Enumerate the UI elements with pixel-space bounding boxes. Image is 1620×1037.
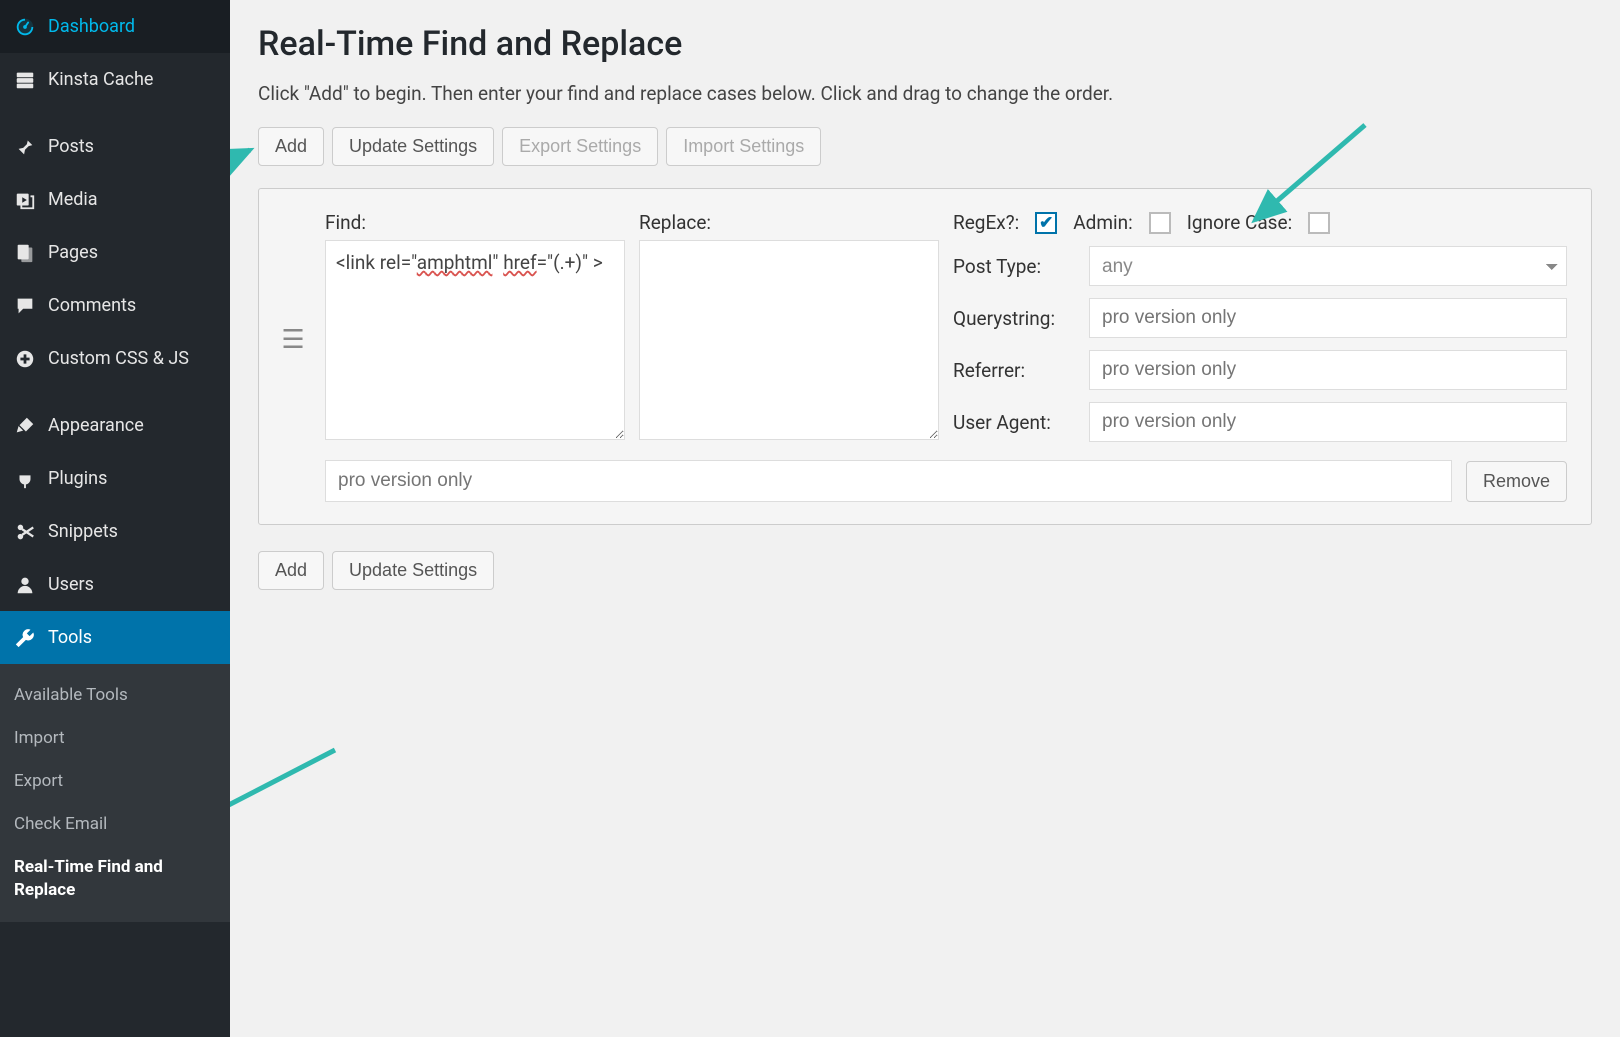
- referrer-label: Referrer:: [953, 359, 1083, 382]
- sidebar-item-posts[interactable]: Posts: [0, 120, 230, 173]
- import-settings-button[interactable]: Import Settings: [666, 127, 821, 166]
- sidebar-item-label: Appearance: [48, 415, 144, 436]
- remove-button[interactable]: Remove: [1466, 461, 1567, 502]
- sidebar-item-label: Snippets: [48, 521, 118, 542]
- sidebar-subitem-rtfr[interactable]: Real-Time Find and Replace: [0, 846, 230, 912]
- sidebar-item-appearance[interactable]: Appearance: [0, 399, 230, 452]
- sidebar-item-label: Posts: [48, 136, 94, 157]
- sidebar-main-menu: Dashboard Kinsta Cache Posts Media Pages Comm…: [0, 0, 230, 664]
- sidebar-submenu: Available ToolsImportExportCheck EmailRe…: [0, 664, 230, 922]
- options-column: RegEx?: ✔ Admin: ✔ Ignore Case: ✔ Post T…: [953, 211, 1567, 442]
- ignorecase-checkbox[interactable]: ✔: [1308, 212, 1330, 234]
- annotation-arrow-icon: [230, 740, 355, 840]
- sidebar-subitem-export[interactable]: Export: [0, 760, 230, 803]
- scissors-icon: [14, 521, 36, 543]
- sidebar-item-kinsta-cache[interactable]: Kinsta Cache: [0, 53, 230, 106]
- page-icon: [14, 242, 36, 264]
- sidebar-item-label: Kinsta Cache: [48, 69, 153, 90]
- add-button-bottom[interactable]: Add: [258, 551, 324, 590]
- admin-checkbox[interactable]: ✔: [1149, 212, 1171, 234]
- comment-icon: [14, 295, 36, 317]
- find-label: Find:: [325, 211, 625, 234]
- sidebar-item-pages[interactable]: Pages: [0, 226, 230, 279]
- sidebar-item-label: Tools: [48, 627, 92, 648]
- pro-note-input: [325, 460, 1452, 502]
- add-button[interactable]: Add: [258, 127, 324, 166]
- sidebar-item-dashboard[interactable]: Dashboard: [0, 0, 230, 53]
- sidebar-item-label: Users: [48, 574, 94, 595]
- page-title: Real-Time Find and Replace: [258, 24, 1592, 64]
- sidebar-item-label: Custom CSS & JS: [48, 348, 189, 369]
- server-icon: [14, 69, 36, 91]
- posttype-select[interactable]: any: [1089, 246, 1567, 286]
- sidebar-subitem-available-tools[interactable]: Available Tools: [0, 674, 230, 717]
- querystring-input: [1089, 298, 1567, 338]
- sidebar-item-media[interactable]: Media: [0, 173, 230, 226]
- plus-circle-icon: [14, 348, 36, 370]
- sidebar-item-label: Pages: [48, 242, 98, 263]
- toolbar-bottom: Add Update Settings: [258, 551, 1592, 590]
- page-instructions: Click "Add" to begin. Then enter your fi…: [258, 82, 1592, 105]
- brush-icon: [14, 415, 36, 437]
- export-settings-button[interactable]: Export Settings: [502, 127, 658, 166]
- sidebar-item-tools[interactable]: Tools: [0, 611, 230, 664]
- regex-label: RegEx?:: [953, 211, 1019, 234]
- replace-column: Replace:: [639, 211, 939, 442]
- media-icon: [14, 189, 36, 211]
- plug-icon: [14, 468, 36, 490]
- useragent-label: User Agent:: [953, 411, 1083, 434]
- regex-checkbox[interactable]: ✔: [1035, 212, 1057, 234]
- querystring-label: Querystring:: [953, 307, 1083, 330]
- rule-bottom-row: Remove: [325, 460, 1567, 502]
- sidebar-item-label: Dashboard: [48, 16, 135, 37]
- update-settings-button-bottom[interactable]: Update Settings: [332, 551, 494, 590]
- checkbox-row: RegEx?: ✔ Admin: ✔ Ignore Case: ✔: [953, 211, 1567, 234]
- drag-handle-icon[interactable]: ☰: [275, 211, 311, 442]
- sidebar-item-plugins[interactable]: Plugins: [0, 452, 230, 505]
- posttype-label: Post Type:: [953, 255, 1083, 278]
- sidebar-subitem-import[interactable]: Import: [0, 717, 230, 760]
- gauge-icon: [14, 16, 36, 38]
- sidebar-item-users[interactable]: Users: [0, 558, 230, 611]
- rule-row: ☰ Find: <link rel="amphtml" href="(.+)" …: [275, 211, 1567, 442]
- sidebar-item-label: Comments: [48, 295, 136, 316]
- main-content: Real-Time Find and Replace Click "Add" t…: [230, 0, 1620, 1037]
- update-settings-button[interactable]: Update Settings: [332, 127, 494, 166]
- ignorecase-label: Ignore Case:: [1187, 211, 1292, 234]
- find-textarea[interactable]: <link rel="amphtml" href="(.+)" >: [325, 240, 625, 440]
- sidebar-item-custom-css[interactable]: Custom CSS & JS: [0, 332, 230, 385]
- wrench-icon: [14, 627, 36, 649]
- sidebar-item-label: Media: [48, 189, 98, 210]
- replace-label: Replace:: [639, 211, 939, 234]
- find-column: Find: <link rel="amphtml" href="(.+)" >: [325, 211, 625, 442]
- pin-icon: [14, 136, 36, 158]
- admin-sidebar: Dashboard Kinsta Cache Posts Media Pages Comm…: [0, 0, 230, 1037]
- replace-textarea[interactable]: [639, 240, 939, 440]
- sidebar-item-label: Plugins: [48, 468, 107, 489]
- toolbar-top: Add Update Settings Export Settings Impo…: [258, 127, 1592, 166]
- useragent-input: [1089, 402, 1567, 442]
- user-icon: [14, 574, 36, 596]
- sidebar-subitem-check-email[interactable]: Check Email: [0, 803, 230, 846]
- referrer-input: [1089, 350, 1567, 390]
- sidebar-item-comments[interactable]: Comments: [0, 279, 230, 332]
- rule-panel: ☰ Find: <link rel="amphtml" href="(.+)" …: [258, 188, 1592, 525]
- sidebar-item-snippets[interactable]: Snippets: [0, 505, 230, 558]
- admin-label: Admin:: [1073, 211, 1133, 234]
